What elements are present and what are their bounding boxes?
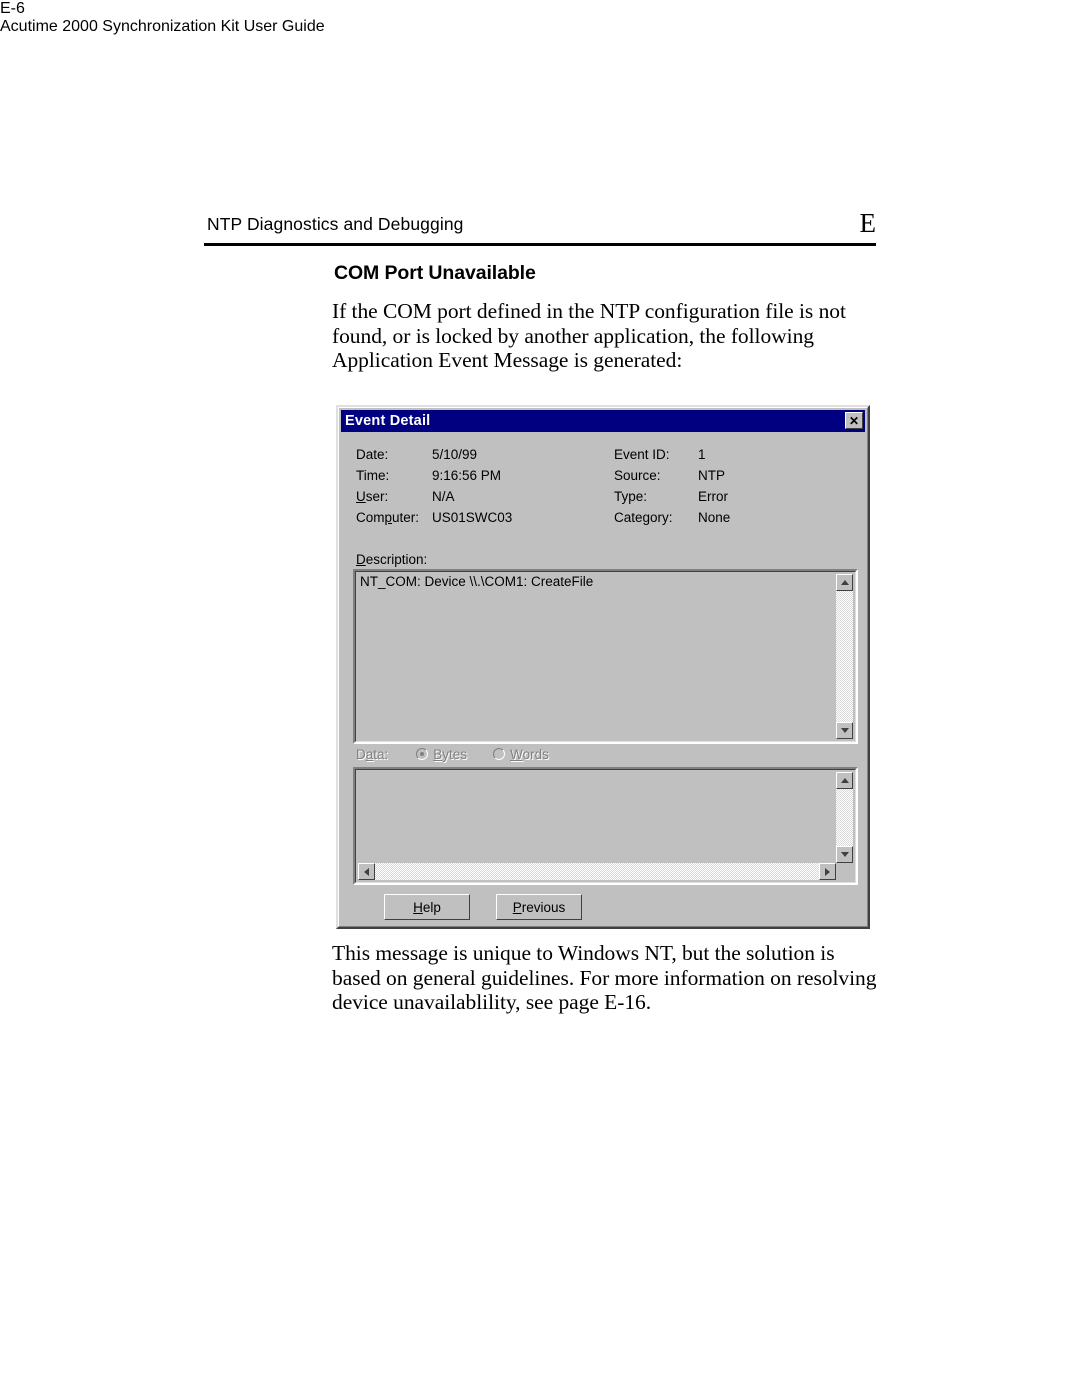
page-header: NTP Diagnostics and Debugging E [204, 208, 876, 248]
field-event-id-label: Event ID: [614, 447, 670, 462]
field-user: User: N/A [356, 489, 616, 510]
data-textbox[interactable] [353, 767, 858, 885]
field-computer-value: US01SWC03 [432, 510, 513, 525]
field-category-mnemonic: g [642, 510, 651, 525]
data-vertical-scrollbar[interactable] [836, 772, 853, 863]
data-label-rest: ta: [373, 746, 389, 762]
arrow-up-glyph [840, 580, 849, 585]
description-label-rest: escription: [365, 552, 428, 567]
field-user-value: N/A [432, 489, 455, 504]
field-date: Date: 5/10/99 [356, 447, 616, 468]
field-computer: Computer: US01SWC03 [356, 510, 616, 531]
description-text-content: NT_COM: Device \\.\COM1: CreateFile [360, 574, 594, 589]
data-arrow-up-glyph [840, 778, 849, 783]
radio-words-indicator [493, 748, 506, 760]
dialog-titlebar: Event Detail ✕ [341, 410, 865, 432]
intro-paragraph: If the COM port defined in the NTP confi… [332, 299, 846, 373]
field-computer-label-pre: Com [356, 510, 385, 525]
radio-words-label-rest: ords [522, 746, 549, 762]
radio-bytes[interactable]: Bytes [416, 747, 467, 762]
previous-button[interactable]: Previous [496, 894, 582, 920]
appendix-letter-marker: E [859, 208, 877, 238]
field-type: Type: Error [614, 489, 854, 510]
field-computer-label-rest: uter: [392, 510, 420, 525]
field-category-label-rest: ory: [650, 510, 673, 525]
dialog-button-row: Close Previous Next Help [384, 894, 844, 922]
field-category-label-pre: Cate [614, 510, 643, 525]
event-detail-dialog: Event Detail ✕ Date: 5/10/99 Time: 9:16:… [336, 405, 870, 929]
field-computer-mnemonic: p [384, 510, 393, 525]
help-button[interactable]: Help [384, 894, 470, 920]
scroll-up-icon[interactable] [836, 574, 853, 591]
help-button-label-rest: elp [422, 899, 441, 915]
footer-page-number: E-6 [0, 0, 25, 17]
field-event-id-value: 1 [698, 447, 706, 462]
field-type-value: Error [698, 489, 728, 504]
field-user-label: User: [356, 489, 388, 504]
help-button-mnemonic: H [413, 899, 423, 915]
data-scroll-left-icon[interactable] [358, 863, 375, 880]
arrow-down-glyph [840, 728, 849, 733]
data-scroll-down-icon[interactable] [836, 846, 853, 863]
description-label-mnemonic: D [356, 552, 366, 567]
data-label: Data: [356, 747, 388, 762]
data-scroll-right-icon[interactable] [819, 863, 836, 880]
data-arrow-down-glyph [840, 852, 849, 857]
field-time-label: Time: [356, 468, 390, 483]
field-time: Time: 9:16:56 PM [356, 468, 616, 489]
section-heading: COM Port Unavailable [334, 262, 536, 284]
scroll-down-icon[interactable] [836, 722, 853, 739]
data-scroll-up-icon[interactable] [836, 772, 853, 789]
radio-words-mnemonic: W [510, 746, 523, 762]
previous-button-mnemonic: P [512, 899, 522, 915]
field-user-mnemonic: U [356, 489, 366, 504]
closing-paragraph: This message is unique to Windows NT, bu… [332, 941, 877, 1015]
dialog-title-text: Event Detail [345, 413, 431, 429]
radio-words-label: Words [510, 747, 549, 762]
running-header-title: NTP Diagnostics and Debugging [207, 214, 464, 234]
description-box-inner-edge [355, 571, 856, 742]
data-arrow-left-glyph [364, 867, 369, 876]
field-user-label-rest: ser: [365, 489, 389, 504]
radio-bytes-mnemonic: B [433, 746, 443, 762]
close-x-glyph: ✕ [848, 413, 860, 428]
field-category-label: Category: [614, 510, 673, 525]
field-date-label: Date: [356, 447, 389, 462]
radio-bytes-indicator [416, 748, 429, 760]
radio-bytes-label-rest: ytes [442, 746, 468, 762]
page-footer: E-6 Acutime 2000 Synchronization Kit Use… [0, 0, 1080, 36]
data-format-row: Data: Bytes Words [356, 745, 575, 763]
data-horizontal-scrollbar[interactable] [358, 863, 836, 880]
radio-bytes-label: Bytes [433, 747, 467, 762]
field-event-id: Event ID: 1 [614, 447, 854, 468]
previous-button-label-rest: revious [521, 899, 566, 915]
data-label-pre: D [356, 746, 366, 762]
radio-words[interactable]: Words [493, 747, 549, 762]
description-label: Description: [356, 552, 427, 567]
field-type-label: Type: [614, 489, 648, 504]
close-icon[interactable]: ✕ [845, 412, 863, 429]
data-arrow-right-glyph [825, 867, 830, 876]
header-rule-divider [204, 243, 876, 246]
field-computer-label: Computer: [356, 510, 419, 525]
field-time-value: 9:16:56 PM [432, 468, 502, 483]
field-source-label: Source: [614, 468, 661, 483]
description-vertical-scrollbar[interactable] [836, 574, 853, 739]
description-textbox[interactable]: NT_COM: Device \\.\COM1: CreateFile [353, 569, 858, 744]
field-date-value: 5/10/99 [432, 447, 478, 462]
field-category: Category: None [614, 510, 854, 531]
field-source-value: NTP [698, 468, 725, 483]
field-category-value: None [698, 510, 731, 525]
footer-document-title: Acutime 2000 Synchronization Kit User Gu… [0, 18, 325, 35]
field-source: Source: NTP [614, 468, 854, 489]
